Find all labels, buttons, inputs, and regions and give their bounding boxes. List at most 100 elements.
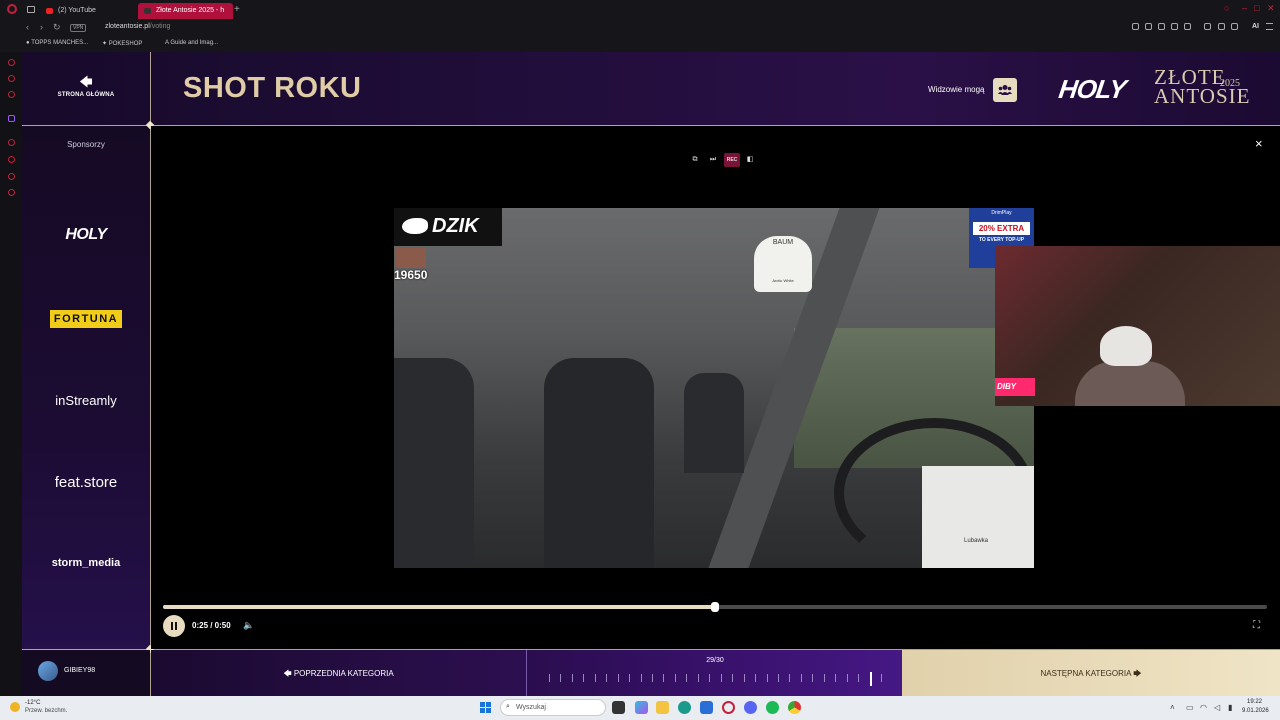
easy-setup-icon[interactable]: [1231, 23, 1238, 30]
tab-zlote-antosie[interactable]: Złote Antosie 2025 - h: [138, 3, 233, 19]
viewers-button[interactable]: [993, 78, 1017, 102]
home-button[interactable]: 🡄 STRONA GŁÓWNA: [42, 75, 130, 106]
sidebar-app-icon[interactable]: [8, 156, 15, 163]
pager-tick[interactable]: [617, 674, 619, 682]
pager-tick[interactable]: [571, 674, 573, 682]
tab-youtube[interactable]: (2) YouTube: [40, 3, 135, 19]
twitch-icon[interactable]: [8, 115, 15, 122]
maximize-icon[interactable]: □: [1254, 3, 1259, 13]
tray-chevron-icon[interactable]: ˄: [1170, 703, 1175, 712]
pip-icon[interactable]: ⧉: [688, 153, 702, 167]
weather-icon[interactable]: [10, 702, 20, 712]
pager-tick[interactable]: [789, 674, 791, 682]
pager-tick[interactable]: [560, 674, 562, 682]
pager-tick[interactable]: [606, 674, 608, 682]
clock-time[interactable]: 19:22: [1247, 699, 1262, 705]
pager-tick[interactable]: [743, 674, 745, 682]
sidebar-app-icon[interactable]: [8, 75, 15, 82]
chrome-icon[interactable]: [788, 701, 801, 714]
reload-icon[interactable]: ↻: [53, 22, 61, 33]
bookmark-item[interactable]: A Guide and Imag...: [165, 40, 218, 46]
pager-tick[interactable]: [549, 674, 550, 682]
pager-tick[interactable]: [823, 674, 825, 682]
pager-tick[interactable]: [663, 674, 665, 682]
sponsor-storm-media-logo[interactable]: storm_media: [22, 557, 150, 569]
edge-icon[interactable]: [678, 701, 691, 714]
pause-button[interactable]: [163, 615, 185, 637]
rec-button[interactable]: REC: [724, 153, 740, 167]
previous-category-button[interactable]: 🡄 POPRZEDNIA KATEGORIA: [151, 650, 526, 696]
pager-tick[interactable]: [629, 674, 631, 682]
pager-tick[interactable]: [835, 674, 837, 682]
fullscreen-icon[interactable]: ⛶: [1253, 620, 1260, 631]
tab-list-icon[interactable]: [27, 6, 35, 13]
battery-icon[interactable]: ▮: [1228, 703, 1232, 712]
settings-icon[interactable]: [8, 189, 15, 196]
sponsor-fortuna-logo[interactable]: FORTUNA: [50, 310, 122, 328]
pager-tick[interactable]: [846, 674, 848, 682]
opera-taskbar-icon[interactable]: [722, 701, 735, 714]
user-profile[interactable]: GIBIEY98: [22, 650, 150, 696]
file-explorer-icon[interactable]: [656, 701, 669, 714]
speaker-icon[interactable]: ◁: [1214, 703, 1220, 712]
pager-tick[interactable]: [800, 674, 802, 682]
skip-icon[interactable]: ⏭: [706, 153, 720, 167]
sidebar-app-icon[interactable]: [8, 91, 15, 98]
store-icon[interactable]: [700, 701, 713, 714]
network-icon[interactable]: ▭: [1186, 703, 1194, 712]
discord-icon[interactable]: [744, 701, 757, 714]
forward-icon[interactable]: ›: [40, 22, 43, 32]
shield-icon[interactable]: [1158, 23, 1165, 30]
pager-tick[interactable]: [674, 674, 676, 682]
pager-tick[interactable]: [594, 674, 596, 682]
pager-tick[interactable]: [709, 674, 711, 682]
download-icon[interactable]: [1132, 23, 1139, 30]
snapshot-icon[interactable]: [1145, 23, 1152, 30]
bookmark-item[interactable]: ✦ POKESHOP: [102, 40, 142, 47]
sponsor-holy-logo[interactable]: HOLY: [22, 226, 150, 244]
url-field[interactable]: zloteantosie.pl/voting: [105, 23, 170, 30]
pager-tick[interactable]: [766, 674, 768, 682]
copilot-icon[interactable]: [635, 701, 648, 714]
sidebar-app-icon[interactable]: [8, 173, 15, 180]
pager-tick[interactable]: [732, 674, 734, 682]
messenger-icon[interactable]: [1204, 23, 1211, 30]
wifi-icon[interactable]: ◠: [1200, 703, 1207, 712]
new-tab-button[interactable]: +: [234, 4, 240, 15]
taskbar-search[interactable]: ⌕ Wyszukaj: [500, 699, 606, 716]
pager-tick[interactable]: [640, 674, 642, 682]
pager-tick[interactable]: [777, 674, 779, 682]
close-window-icon[interactable]: ✕: [1267, 3, 1275, 14]
pager-tick[interactable]: [652, 674, 654, 682]
heart-icon[interactable]: [1184, 23, 1191, 30]
aria-ai-button[interactable]: AI: [1252, 23, 1259, 30]
menu-icon[interactable]: [1266, 23, 1273, 30]
pager-tick[interactable]: [720, 674, 722, 682]
pager-tick[interactable]: [812, 674, 814, 682]
sidebar-toggle-icon[interactable]: ◧: [743, 153, 757, 167]
seek-bar[interactable]: [163, 602, 1267, 612]
pager-tick-current[interactable]: [869, 672, 872, 686]
spotify-icon[interactable]: [766, 701, 779, 714]
pager-tick[interactable]: [881, 674, 882, 682]
pager-tick[interactable]: [858, 674, 860, 682]
search-tabs-icon[interactable]: ○: [1224, 3, 1229, 13]
volume-icon[interactable]: 🔈: [243, 620, 254, 631]
windows-start-icon[interactable]: [480, 702, 491, 713]
pager-tick[interactable]: [583, 674, 585, 682]
video-frame[interactable]: BAUM Arctic White Lubawka DZIK 19650 Dri…: [394, 208, 1034, 568]
pager-tick[interactable]: [755, 674, 757, 682]
next-category-button[interactable]: NASTĘPNA KATEGORIA 🡆: [902, 650, 1280, 696]
sidebar-app-icon[interactable]: [8, 139, 15, 146]
close-icon[interactable]: ×: [1255, 136, 1263, 151]
sidebar-app-icon[interactable]: [8, 59, 15, 66]
bookmark-item[interactable]: ● TOPPS MANCHES...: [26, 40, 88, 46]
minimize-icon[interactable]: –: [1242, 3, 1247, 13]
back-icon[interactable]: ‹: [26, 22, 29, 32]
vpn-badge[interactable]: VPN: [70, 24, 87, 32]
clock-date[interactable]: 9.01.2026: [1242, 708, 1269, 714]
sponsor-instreamly-logo[interactable]: inStreamly: [22, 393, 150, 408]
seek-handle[interactable]: [711, 602, 719, 612]
pager-tick[interactable]: [686, 674, 688, 682]
opera-logo-icon[interactable]: [7, 4, 17, 14]
